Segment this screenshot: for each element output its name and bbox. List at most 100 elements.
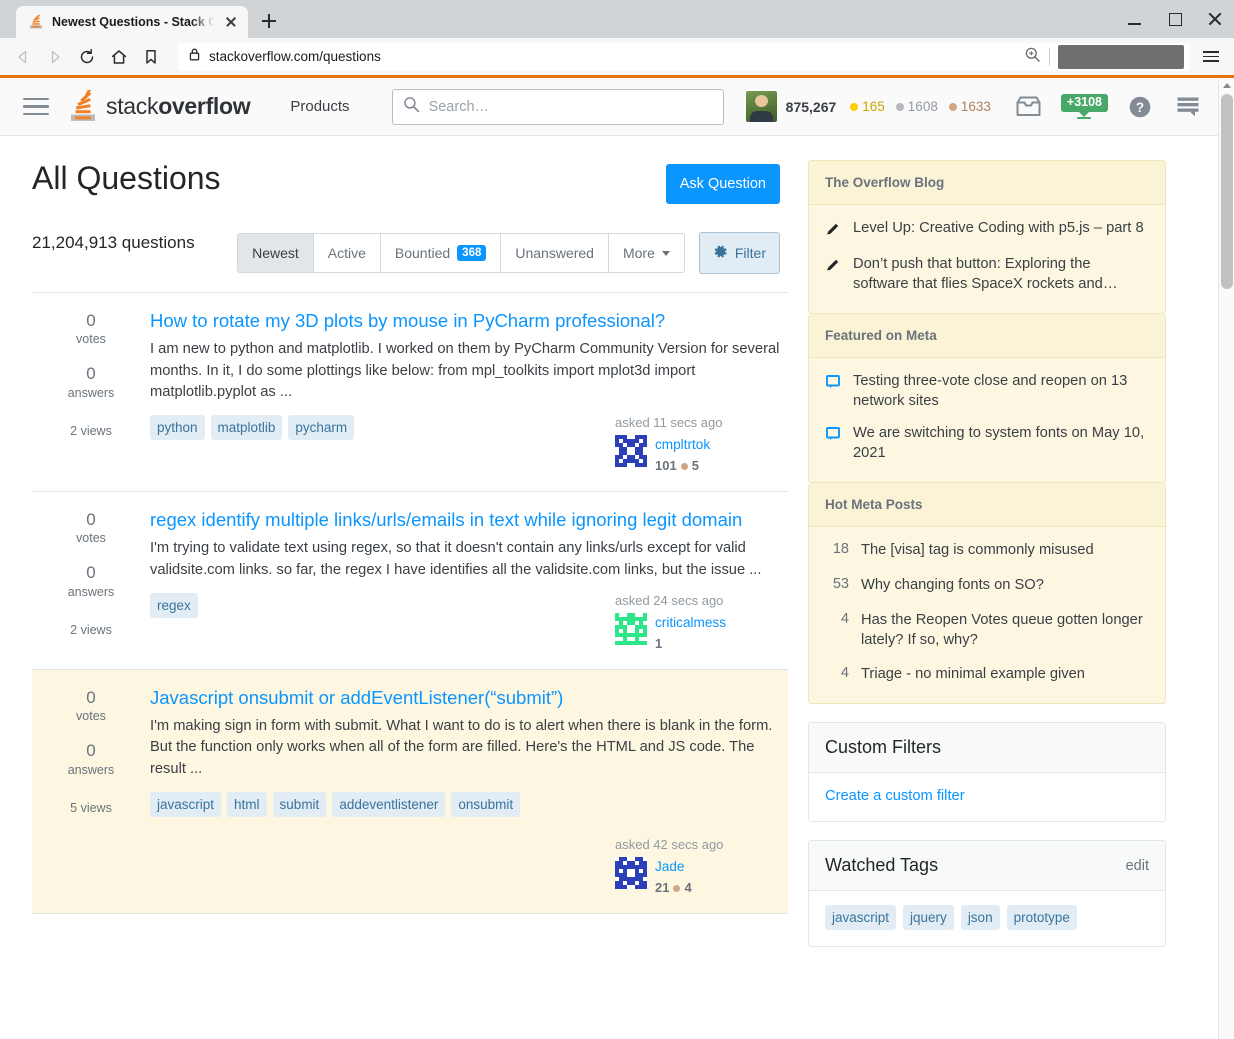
achievements-count: +3108 xyxy=(1060,93,1108,113)
tag[interactable]: html xyxy=(227,792,267,818)
zoom-icon[interactable] xyxy=(1024,46,1041,68)
browser-menu-icon[interactable] xyxy=(1196,42,1226,72)
table-row[interactable]: 0 votes 0 answers 5 views Javascript ons… xyxy=(32,669,788,914)
question-title-link[interactable]: Javascript onsubmit or addEventListener(… xyxy=(150,686,780,710)
question-list: 0 votes 0 answers 2 views How to rotate … xyxy=(32,292,788,914)
new-tab-button[interactable] xyxy=(254,6,284,36)
browser-navbar: stackoverflow.com/questions xyxy=(0,38,1234,78)
tag[interactable]: regex xyxy=(150,593,198,619)
tag[interactable]: addeventlistener xyxy=(332,792,446,818)
home-icon[interactable] xyxy=(104,42,134,72)
bookmark-icon[interactable] xyxy=(136,42,166,72)
list-item[interactable]: Don’t push that button: Exploring the so… xyxy=(825,255,1149,295)
scroll-up-arrow-icon[interactable] xyxy=(1219,78,1234,92)
page-body: All Questions Ask Question 21,204,913 qu… xyxy=(0,136,1218,965)
tag[interactable]: onsubmit xyxy=(451,792,521,818)
minimize-icon[interactable] xyxy=(1124,8,1146,30)
list-item[interactable]: Testing three-vote close and reopen on 1… xyxy=(825,372,1149,412)
tag[interactable]: prototype xyxy=(1006,905,1077,931)
meta-body: Testing three-vote close and reopen on 1… xyxy=(809,358,1165,482)
maximize-icon[interactable] xyxy=(1164,8,1186,30)
watched-tags-body: javascript jquery json prototype xyxy=(809,891,1165,946)
help-icon[interactable]: ? xyxy=(1124,90,1156,124)
inbox-icon[interactable] xyxy=(1013,90,1045,124)
site-menu-icon[interactable] xyxy=(14,87,58,127)
list-item[interactable]: 53 Why changing fonts on SO? xyxy=(825,576,1149,596)
avatar[interactable] xyxy=(745,91,777,122)
author-name[interactable]: cmpltrtok xyxy=(655,437,710,452)
reload-icon[interactable] xyxy=(72,42,102,72)
tab-newest[interactable]: Newest xyxy=(238,234,314,272)
filter-button[interactable]: Filter xyxy=(698,232,780,274)
create-custom-filter-link[interactable]: Create a custom filter xyxy=(825,788,965,804)
pencil-icon xyxy=(825,219,843,242)
question-author: asked 11 secs ago cmpltrtok 101 5 xyxy=(615,415,780,475)
table-row[interactable]: 0 votes 0 answers 2 views How to rotate … xyxy=(32,293,788,493)
site-switcher-icon[interactable] xyxy=(1172,90,1204,124)
list-item[interactable]: 4 Has the Reopen Votes queue gotten long… xyxy=(825,611,1149,651)
question-stats: 0 votes 0 answers 2 views xyxy=(32,309,150,475)
back-arrow-icon[interactable] xyxy=(8,42,38,72)
avatar[interactable] xyxy=(615,613,647,646)
hot-item-title: The [visa] tag is commonly misused xyxy=(861,542,1094,559)
sort-tabs: Newest Active Bountied 368 Unanswered Mo… xyxy=(237,233,685,273)
bronze-badge[interactable]: 1633 xyxy=(948,99,991,114)
table-row[interactable]: 0 votes 0 answers 2 views regex identify… xyxy=(32,492,788,670)
ask-question-button[interactable]: Ask Question xyxy=(665,164,780,204)
author-name[interactable]: Jade xyxy=(655,859,684,874)
close-icon[interactable] xyxy=(222,13,240,31)
tab-more[interactable]: More xyxy=(609,234,684,272)
tab-unanswered[interactable]: Unanswered xyxy=(501,234,609,272)
question-title-link[interactable]: How to rotate my 3D plots by mouse in Py… xyxy=(150,309,780,333)
tag[interactable]: submit xyxy=(272,792,327,818)
author-name[interactable]: criticalmess xyxy=(655,615,726,630)
search-input[interactable] xyxy=(428,98,713,115)
stackoverflow-logo[interactable]: stackoverflow xyxy=(68,86,251,124)
tag[interactable]: python xyxy=(150,415,205,441)
watched-tags-list: javascript jquery json prototype xyxy=(825,905,1149,931)
address-bar[interactable]: stackoverflow.com/questions xyxy=(178,42,1190,71)
tag[interactable]: javascript xyxy=(150,792,222,818)
list-item[interactable]: 4 Triage - no minimal example given xyxy=(825,665,1149,685)
list-item[interactable]: 18 The [visa] tag is commonly misused xyxy=(825,541,1149,561)
list-item[interactable]: We are switching to system fonts on May … xyxy=(825,424,1149,464)
avatar[interactable] xyxy=(615,857,647,890)
search-box[interactable] xyxy=(391,88,724,125)
user-profile[interactable]: 875,267 165 1608 1633 xyxy=(745,91,991,122)
answer-label: answers xyxy=(67,385,115,400)
silver-dot-icon xyxy=(895,102,904,111)
tag[interactable]: json xyxy=(960,905,1000,931)
sidebar-card-blog: The Overflow Blog Level Up: Creative Cod… xyxy=(808,160,1166,314)
achievements-icon[interactable]: +3108 xyxy=(1060,93,1108,120)
scrollbar-thumb[interactable] xyxy=(1221,94,1233,289)
browser-tab[interactable]: Newest Questions - Stack Ove xyxy=(16,6,248,38)
view-count: 5 views xyxy=(70,800,112,815)
tab-title: Newest Questions - Stack Ove xyxy=(52,15,214,29)
question-title-link[interactable]: regex identify multiple links/urls/email… xyxy=(150,508,780,532)
stackoverflow-favicon xyxy=(28,14,44,30)
custom-filters-body: Create a custom filter xyxy=(809,773,1165,821)
answer-count: 0 xyxy=(86,364,96,384)
author-reputation: 21 4 xyxy=(655,879,692,895)
tag[interactable]: javascript xyxy=(825,905,897,931)
tab-bountied[interactable]: Bountied 368 xyxy=(381,234,502,272)
tag[interactable]: pycharm xyxy=(288,415,355,441)
bronze-dot-icon xyxy=(948,102,957,111)
avatar[interactable] xyxy=(615,435,647,468)
edit-watched-tags-link[interactable]: edit xyxy=(1126,858,1149,874)
tag[interactable]: jquery xyxy=(903,905,954,931)
question-tags: regex xyxy=(150,593,198,619)
stackoverflow-logo-icon xyxy=(68,86,98,124)
products-link[interactable]: Products xyxy=(280,90,359,123)
vertical-scrollbar[interactable] xyxy=(1218,78,1234,1039)
tag[interactable]: matplotlib xyxy=(210,415,283,441)
forward-arrow-icon[interactable] xyxy=(40,42,70,72)
list-item[interactable]: Level Up: Creative Coding with p5.js – p… xyxy=(825,219,1149,242)
close-window-icon[interactable] xyxy=(1204,8,1226,30)
stackoverflow-wordmark: stackoverflow xyxy=(106,93,251,119)
vote-label: votes xyxy=(76,332,106,347)
silver-badge[interactable]: 1608 xyxy=(895,99,938,114)
tab-active[interactable]: Active xyxy=(314,234,381,272)
asked-time: asked 24 secs ago xyxy=(615,593,724,609)
gold-badge[interactable]: 165 xyxy=(850,99,885,114)
